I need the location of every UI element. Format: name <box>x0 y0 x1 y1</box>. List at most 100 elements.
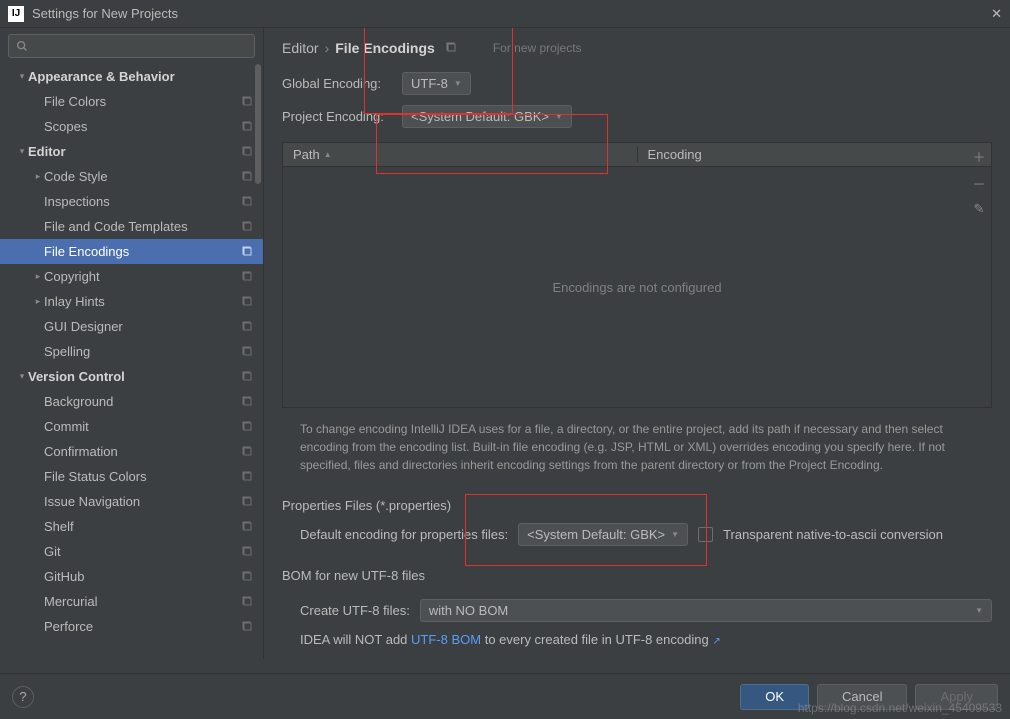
copy-icon[interactable] <box>241 95 255 109</box>
close-icon[interactable]: ✕ <box>991 6 1002 22</box>
tree-arrow-icon: ▾ <box>16 371 28 382</box>
sidebar-item-github[interactable]: GitHub <box>0 564 263 589</box>
sidebar-item-label: Appearance & Behavior <box>28 69 255 84</box>
project-encoding-dropdown[interactable]: <System Default: GBK> ▼ <box>402 105 572 128</box>
copy-icon[interactable] <box>241 420 255 434</box>
sidebar-item-label: Perforce <box>44 619 241 634</box>
sidebar-item-label: Git <box>44 544 241 559</box>
breadcrumb-parent[interactable]: Editor <box>282 40 319 56</box>
chevron-right-icon: › <box>325 40 330 56</box>
copy-icon[interactable] <box>445 40 457 56</box>
bom-dropdown[interactable]: with NO BOM ▼ <box>420 599 992 622</box>
tree-arrow-icon: ▾ <box>16 146 28 157</box>
remove-icon[interactable]: － <box>972 174 985 193</box>
transparent-ascii-checkbox[interactable] <box>698 527 713 542</box>
copy-icon[interactable] <box>241 145 255 159</box>
sidebar-item-code-style[interactable]: ▸Code Style <box>0 164 263 189</box>
sidebar-item-shelf[interactable]: Shelf <box>0 514 263 539</box>
app-logo: IJ <box>8 6 24 22</box>
global-encoding-dropdown[interactable]: UTF-8 ▼ <box>402 72 471 95</box>
encoding-help-text: To change encoding IntelliJ IDEA uses fo… <box>300 420 992 474</box>
utf8-bom-link[interactable]: UTF-8 BOM <box>411 632 481 647</box>
breadcrumb-current: File Encodings <box>335 40 435 56</box>
titlebar: IJ Settings for New Projects ✕ <box>0 0 1010 28</box>
sidebar-item-label: Inlay Hints <box>44 294 241 309</box>
edit-icon[interactable]: ✎ <box>974 201 985 217</box>
sidebar-item-mercurial[interactable]: Mercurial <box>0 589 263 614</box>
tree-arrow-icon: ▸ <box>32 171 44 182</box>
sidebar-item-file-colors[interactable]: File Colors <box>0 89 263 114</box>
sidebar-item-label: GitHub <box>44 569 241 584</box>
encodings-table: Path ▲ Encoding Encodings are not config… <box>282 142 992 408</box>
copy-icon[interactable] <box>241 620 255 634</box>
sidebar-item-label: Shelf <box>44 519 241 534</box>
sidebar-item-label: Issue Navigation <box>44 494 241 509</box>
sidebar-item-file-encodings[interactable]: File Encodings <box>0 239 263 264</box>
table-col-encoding[interactable]: Encoding <box>638 147 992 162</box>
sidebar-item-label: Version Control <box>28 369 241 384</box>
add-icon[interactable]: ＋ <box>972 147 985 166</box>
sidebar-item-perforce[interactable]: Perforce <box>0 614 263 639</box>
properties-section-title: Properties Files (*.properties) <box>282 498 992 513</box>
main-panel: Editor › File Encodings For new projects… <box>264 28 1010 659</box>
sidebar-item-commit[interactable]: Commit <box>0 414 263 439</box>
global-encoding-value: UTF-8 <box>411 76 448 91</box>
chevron-down-icon: ▼ <box>555 112 563 121</box>
sidebar-item-file-and-code-templates[interactable]: File and Code Templates <box>0 214 263 239</box>
chevron-down-icon: ▼ <box>975 606 983 615</box>
properties-encoding-dropdown[interactable]: <System Default: GBK> ▼ <box>518 523 688 546</box>
transparent-ascii-label[interactable]: Transparent native-to-ascii conversion <box>723 527 943 542</box>
sidebar-item-copyright[interactable]: ▸Copyright <box>0 264 263 289</box>
copy-icon[interactable] <box>241 220 255 234</box>
copy-icon[interactable] <box>241 345 255 359</box>
copy-icon[interactable] <box>241 320 255 334</box>
sidebar-item-label: Spelling <box>44 344 241 359</box>
sidebar-item-scopes[interactable]: Scopes <box>0 114 263 139</box>
window-title: Settings for New Projects <box>32 6 178 21</box>
sidebar-item-label: GUI Designer <box>44 319 241 334</box>
properties-encoding-value: <System Default: GBK> <box>527 527 665 542</box>
sidebar-item-gui-designer[interactable]: GUI Designer <box>0 314 263 339</box>
table-col-path[interactable]: Path ▲ <box>283 147 638 162</box>
sidebar: ▾Appearance & BehaviorFile ColorsScopes▾… <box>0 28 264 659</box>
bom-label: Create UTF-8 files: <box>300 603 410 618</box>
tree-arrow-icon: ▸ <box>32 296 44 307</box>
search-input[interactable] <box>8 34 255 58</box>
copy-icon[interactable] <box>241 120 255 134</box>
copy-icon[interactable] <box>241 395 255 409</box>
tree-arrow-icon: ▸ <box>32 271 44 282</box>
sidebar-item-git[interactable]: Git <box>0 539 263 564</box>
sidebar-item-confirmation[interactable]: Confirmation <box>0 439 263 464</box>
sidebar-item-inlay-hints[interactable]: ▸Inlay Hints <box>0 289 263 314</box>
sidebar-item-background[interactable]: Background <box>0 389 263 414</box>
sidebar-item-label: Editor <box>28 144 241 159</box>
copy-icon[interactable] <box>241 295 255 309</box>
copy-icon[interactable] <box>241 570 255 584</box>
sidebar-item-version-control[interactable]: ▾Version Control <box>0 364 263 389</box>
help-icon[interactable]: ? <box>12 686 34 708</box>
sidebar-item-appearance-behavior[interactable]: ▾Appearance & Behavior <box>0 64 263 89</box>
sidebar-item-file-status-colors[interactable]: File Status Colors <box>0 464 263 489</box>
sidebar-item-label: File Colors <box>44 94 241 109</box>
sidebar-item-spelling[interactable]: Spelling <box>0 339 263 364</box>
project-encoding-label: Project Encoding: <box>282 109 392 124</box>
copy-icon[interactable] <box>241 470 255 484</box>
sidebar-item-editor[interactable]: ▾Editor <box>0 139 263 164</box>
sidebar-item-label: File Status Colors <box>44 469 241 484</box>
sidebar-item-inspections[interactable]: Inspections <box>0 189 263 214</box>
copy-icon[interactable] <box>241 170 255 184</box>
copy-icon[interactable] <box>241 195 255 209</box>
copy-icon[interactable] <box>241 270 255 284</box>
copy-icon[interactable] <box>241 520 255 534</box>
copy-icon[interactable] <box>241 445 255 459</box>
copy-icon[interactable] <box>241 595 255 609</box>
copy-icon[interactable] <box>241 245 255 259</box>
sidebar-item-label: File and Code Templates <box>44 219 241 234</box>
bom-value: with NO BOM <box>429 603 969 618</box>
copy-icon[interactable] <box>241 495 255 509</box>
breadcrumb-meta: For new projects <box>493 41 582 55</box>
search-icon <box>15 39 29 53</box>
copy-icon[interactable] <box>241 370 255 384</box>
copy-icon[interactable] <box>241 545 255 559</box>
sidebar-item-issue-navigation[interactable]: Issue Navigation <box>0 489 263 514</box>
